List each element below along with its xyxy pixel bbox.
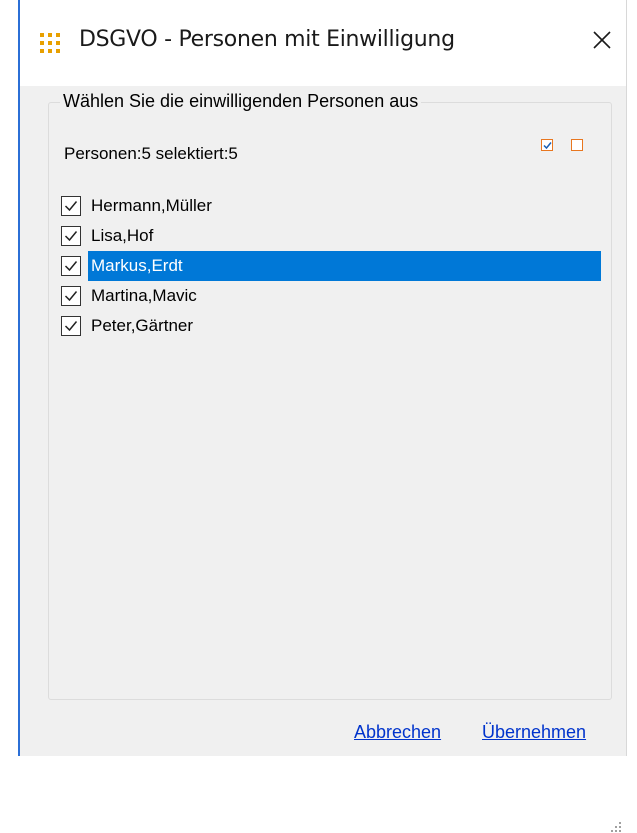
checkmark-icon bbox=[64, 231, 78, 242]
title-bar: DSGVO - Personen mit Einwilligung bbox=[20, 0, 626, 86]
list-item[interactable]: Martina,Mavic bbox=[61, 281, 601, 311]
list-item[interactable]: Peter,Gärtner bbox=[61, 311, 601, 341]
person-checkbox[interactable] bbox=[61, 316, 81, 336]
cancel-link[interactable]: Abbrechen bbox=[354, 722, 441, 743]
person-list[interactable]: Hermann,Müller Lisa,Hof Markus,Erdt Mart… bbox=[61, 191, 601, 341]
person-name: Lisa,Hof bbox=[91, 226, 154, 245]
check-all-icon bbox=[542, 141, 552, 149]
apply-link[interactable]: Übernehmen bbox=[482, 722, 586, 743]
person-checkbox[interactable] bbox=[61, 256, 81, 276]
resize-grip-icon[interactable] bbox=[610, 821, 622, 833]
group-legend: Wählen Sie die einwilligenden Personen a… bbox=[60, 91, 422, 112]
window-title: DSGVO - Personen mit Einwilligung bbox=[79, 27, 455, 52]
checkmark-icon bbox=[64, 321, 78, 332]
dialog-client: Wählen Sie die einwilligenden Personen a… bbox=[20, 86, 626, 832]
checkmark-icon bbox=[64, 261, 78, 272]
person-name: Martina,Mavic bbox=[91, 286, 197, 305]
person-checkbox[interactable] bbox=[61, 196, 81, 216]
checkmark-icon bbox=[64, 201, 78, 212]
person-name: Peter,Gärtner bbox=[91, 316, 194, 335]
selection-count: Personen:5 selektiert:5 bbox=[64, 144, 238, 163]
list-item[interactable]: Lisa,Hof bbox=[61, 221, 601, 251]
app-grid-icon bbox=[40, 33, 62, 55]
person-checkbox[interactable] bbox=[61, 286, 81, 306]
person-name: Markus,Erdt bbox=[88, 251, 601, 281]
person-checkbox[interactable] bbox=[61, 226, 81, 246]
window-border-right bbox=[626, 0, 627, 756]
list-item[interactable]: Hermann,Müller bbox=[61, 191, 601, 221]
person-name: Hermann,Müller bbox=[91, 196, 212, 215]
list-item-selected[interactable]: Markus,Erdt bbox=[61, 251, 601, 281]
close-icon bbox=[593, 31, 611, 49]
checkmark-icon bbox=[64, 291, 78, 302]
close-button[interactable] bbox=[582, 20, 622, 60]
select-none-button[interactable] bbox=[571, 139, 583, 151]
select-all-button[interactable] bbox=[541, 139, 553, 151]
